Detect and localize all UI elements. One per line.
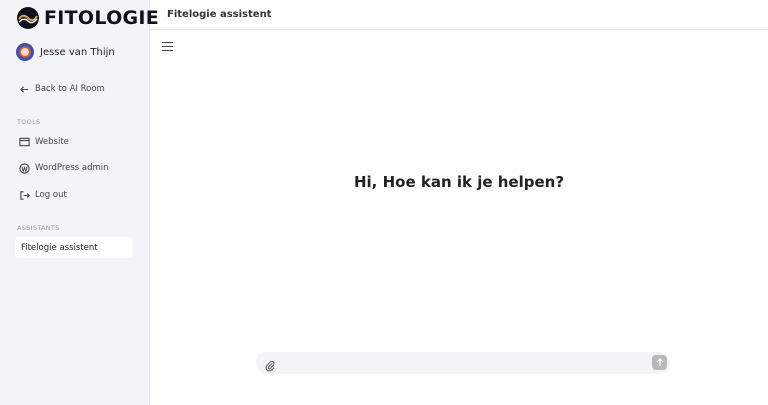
arrow-left-icon xyxy=(18,83,30,95)
user-name: Jesse van Thijn xyxy=(40,46,115,58)
message-input[interactable] xyxy=(282,355,642,371)
user-profile[interactable]: Jesse van Thijn xyxy=(16,43,115,61)
hamburger-menu-icon[interactable] xyxy=(162,42,173,52)
arrow-up-icon xyxy=(656,358,663,366)
brand-logo[interactable]: FITOLOGIE xyxy=(16,5,159,31)
sidebar-item-fitelogie-assistent[interactable]: Fitelogie assistent xyxy=(15,237,133,258)
assistants-section-label: ASSISTANTS xyxy=(17,224,60,232)
sidebar-item-log-out[interactable]: Log out xyxy=(18,189,67,201)
assistant-label: Fitelogie assistent xyxy=(21,242,98,253)
sidebar-item-label: WordPress admin xyxy=(35,163,109,173)
wordpress-icon xyxy=(18,162,30,174)
avatar xyxy=(16,43,34,61)
logout-icon xyxy=(18,189,30,201)
sidebar-item-label: Website xyxy=(35,137,69,147)
page-title: Fitelogie assistent xyxy=(167,9,272,20)
sidebar-item-website[interactable]: Website xyxy=(18,136,69,148)
brand-name: FITOLOGIE xyxy=(44,7,160,29)
chat-composer xyxy=(256,352,670,374)
sidebar-item-label: Log out xyxy=(35,190,67,200)
greeting-heading: Hi, Hoe kan ik je helpen? xyxy=(353,173,565,191)
sidebar-item-wordpress-admin[interactable]: WordPress admin xyxy=(18,162,109,174)
send-button[interactable] xyxy=(652,355,667,370)
browser-window-icon xyxy=(18,136,30,148)
paperclip-icon[interactable] xyxy=(264,357,276,372)
topbar: Fitelogie assistent xyxy=(150,0,768,30)
sidebar: FITOLOGIE Jesse van Thijn Back to AI Roo… xyxy=(0,0,159,405)
back-to-ai-room-link[interactable]: Back to AI Room xyxy=(18,83,105,95)
tools-section-label: TOOLS xyxy=(17,118,41,126)
back-link-label: Back to AI Room xyxy=(35,84,105,94)
fitologie-logo-icon xyxy=(17,7,39,29)
